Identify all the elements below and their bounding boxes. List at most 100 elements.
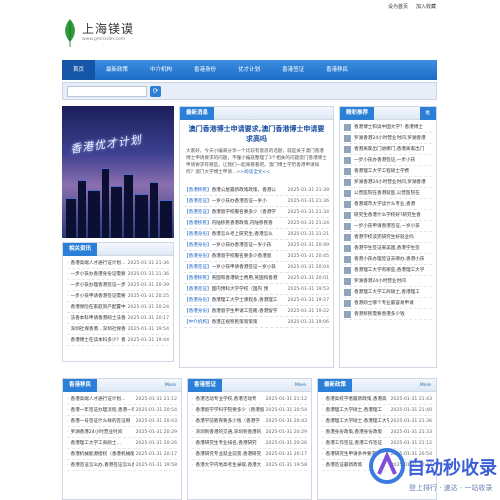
list-item[interactable]: 香港理工大学工程硕士学费 (344, 166, 432, 177)
list-item[interactable]: 香港离家出门进哪门,香港离家出门 (344, 144, 432, 155)
list-item[interactable]: · 香港留学学科学院要多少（香港留 2025-01-31 20:54 (192, 405, 307, 416)
item-title[interactable]: 一步小孩办香港签证,一步小孩 (354, 155, 432, 165)
item-title[interactable]: 研究生香港什么学校好?研究生香 (354, 210, 432, 220)
list-item[interactable]: 罗湖香港24小时营业时间 (344, 276, 432, 287)
item-title[interactable]: 一岁小孩办香港签证一岁小孩 (212, 240, 286, 250)
list-item[interactable]: 一步小孩申请香港签证,一岁小孩 (344, 221, 432, 232)
item-title[interactable]: 香港理工大学工商硕士,香港理工 (354, 287, 432, 297)
item-title[interactable]: 香港留学校服名要多少（香港学 (212, 207, 286, 217)
list-item[interactable]: 香港学校读完研究生好就业吗 (344, 232, 432, 243)
list-item[interactable]: 【香港身份】 香港留学生申请工签路,香港留学 2025-01-31 19:22 (184, 306, 329, 317)
item-title[interactable]: 法香本科申请香港硕士法香本科 (70, 313, 125, 323)
list-item[interactable]: ·一步小孩申请香港签证需要多少钱2025-01-31 20:25 (67, 291, 169, 302)
item-title[interactable]: 香港城市大学读什么专业,香港 (354, 199, 432, 209)
category-label[interactable]: 【香港签证】 (184, 284, 212, 294)
more-link[interactable]: More (420, 379, 431, 392)
list-item[interactable]: · 深圳到香港的交通,深圳到香港的 2025-01-31 20:29 (192, 427, 307, 438)
item-title[interactable]: 香港理工大学有哪些,香港理工大学 (354, 265, 432, 275)
item-title[interactable]: 一步小孩申请香港签证需要多少钱 (70, 291, 125, 301)
item-title[interactable]: 香港理工大学工商硕士… (70, 438, 133, 448)
list-item[interactable]: · 香港研究生专业排名,香港研究 2025-01-31 20:26 (192, 438, 307, 449)
list-item[interactable]: ·法香本科申请香港硕士法香本科2025-01-31 20:17 (67, 313, 169, 324)
item-title[interactable]: 香港硕士哪个专业最容易申请 (354, 298, 432, 308)
item-title[interactable]: 香港活动专业学校,香港活动专 (195, 394, 263, 404)
list-item[interactable]: 【香港签证】 一岁小孩办香港签证一岁小 2025-01-31 21:36 (184, 196, 329, 207)
category-label[interactable]: 【香港签证】 (184, 196, 212, 206)
list-item[interactable]: · 香港身份政策,香港身份政策 2025-01-31 21:33 (322, 427, 432, 438)
list-item[interactable]: 一步小孩办香港签证,一步小孩 (344, 155, 432, 166)
list-item[interactable]: · 香港研究专业就业前景,香港研究 2025-01-31 20:17 (192, 449, 307, 460)
list-item[interactable]: 【香港移民】 英国和香港硕士费用,英国和香港 2025-01-31 20:01 (184, 273, 329, 284)
item-title[interactable]: 香港研究生专业排名,香港研究 (195, 438, 263, 448)
category-label[interactable]: 【香港身份】 (184, 295, 212, 305)
category-label[interactable]: 【香港移民】 (184, 218, 212, 228)
list-item[interactable]: 香港博士和读中国大学？香港博士 (344, 122, 432, 133)
item-title[interactable]: 香港理工大学硕士,香港理工大学 (325, 416, 388, 426)
item-title[interactable]: 公营医院在香港就医,公营医院在 (354, 188, 432, 198)
nav-hk-identity[interactable]: 香港身份 (183, 60, 227, 80)
banner-image[interactable]: 香港优才计划 (62, 106, 174, 238)
item-title[interactable]: 香港留学学科学院要多少（香港留 (195, 405, 263, 415)
item-title[interactable]: 香港高校学者最新政策,香港高 (325, 394, 388, 404)
list-item[interactable]: · 香港学前教育要多少钱（香港学 2025-01-31 20:43 (192, 416, 307, 427)
item-title[interactable]: 香港离家出门进哪门,香港离家出门 (354, 144, 432, 154)
list-item[interactable]: ·一步小孩办理香港签证一步小孩2025-01-31 20:39 (67, 280, 169, 291)
nav-home[interactable]: 首页 (62, 60, 96, 80)
item-title[interactable]: 英国和香港硕士费用,英国和香港 (212, 273, 286, 283)
list-item[interactable]: 香港理工大学工商硕士,香港理工 (344, 287, 432, 298)
more-link[interactable]: More (165, 379, 176, 392)
list-item[interactable]: · 香港大学内地高考生录取,香港大 2025-01-31 19:58 (192, 460, 307, 471)
list-item[interactable]: 香港移民需要香港多少钱 (344, 309, 432, 320)
list-item[interactable]: 研究生香港什么学校好?研究生香 (344, 210, 432, 221)
item-title[interactable]: 香港签证怎么办,香港签证怎么办 (70, 460, 133, 470)
item-title[interactable]: 深圳到香港的交通,深圳到香港的 (195, 427, 263, 437)
list-item[interactable]: 【香港签证】 香港留学校服名要多少（香港学 2025-01-31 21:34 (184, 207, 329, 218)
item-title[interactable]: 香港理工大学士课程多,香港理工 (212, 295, 286, 305)
list-item[interactable]: 公营医院在香港就医,公营医院在 (344, 188, 432, 199)
list-item[interactable]: 【香港签证】 国内预科大学学校（国内 预 2025-01-31 19:53 (184, 284, 329, 295)
list-item[interactable]: 【香港移民】 香港公屋最新政策政策，香港公 2025-01-31 21:39 (184, 185, 329, 196)
item-title[interactable]: 香港理工大学工程硕士学费 (354, 166, 432, 176)
list-item[interactable]: · 香港一号签证什么样的签证啊 2025-01-31 20:43 (67, 416, 177, 427)
list-item[interactable]: · 香港理工大学硕士,香港理工 2025-01-31 21:40 (322, 405, 432, 416)
item-title[interactable]: 香港怎么考上研究生,香港怎么 (212, 229, 286, 239)
list-item[interactable]: · 香港签证怎么办,香港签证怎么办 2025-01-31 19:58 (67, 460, 177, 471)
read-more-link[interactable]: >>阅读全文<< (236, 170, 270, 175)
nav-hk-immigration[interactable]: 香港移民 (315, 60, 359, 80)
list-item[interactable]: 【香港身份】 一岁小孩办香港签证一岁小孩 2025-01-31 20:49 (184, 240, 329, 251)
item-title[interactable]: 香港留学生申请工签路,香港留学 (212, 306, 286, 316)
site-logo[interactable]: 上海镁谟 www.gmnxdm.com (62, 18, 182, 50)
item-title[interactable]: 香港大学内地高考生录取,香港大 (195, 460, 263, 470)
item-title[interactable]: 香港学前教育要多少钱（香港学 (195, 416, 263, 426)
list-item[interactable]: ·一步小孩办香港身份证需要多少2025-01-31 21:36 (67, 269, 169, 280)
set-homepage-link[interactable]: 设为首页 (388, 3, 408, 10)
item-title[interactable]: 香港一年签证办理流程,香港一年签 (70, 405, 133, 415)
item-title[interactable]: 香港公屋最新政策政策，香港公 (212, 185, 286, 195)
list-item[interactable]: · 香港高端人才通行证计划… 2025-01-31 21:12 (67, 394, 177, 405)
search-input[interactable] (67, 86, 147, 97)
category-label[interactable]: 【香港身份】 (184, 229, 212, 239)
list-item[interactable]: 香港城市大学读什么专业,香港 (344, 199, 432, 210)
list-item[interactable]: ·香港博士在读本科多少？香港博士2025-01-31 19:44 (67, 335, 169, 346)
nav-agencies[interactable]: 中介机构 (139, 60, 183, 80)
list-item[interactable]: 罗湖香港24小时营业时间,罗湖香港 (344, 177, 432, 188)
item-title[interactable]: 香港小孩办理签证去哪办,香港小孩 (354, 254, 432, 264)
item-title[interactable]: 香港博士和读中国大学？香港博士 (354, 122, 432, 132)
list-item[interactable]: 香港理工大学有哪些,香港理工大学 (344, 265, 432, 276)
list-item[interactable]: · 罗湖香港24小时营业时间 2025-01-31 20:29 (67, 427, 177, 438)
list-item[interactable]: 【香港身份】 香港怎么考上研究生,香港怎么 2025-01-31 21:21 (184, 229, 329, 240)
list-item[interactable]: 【香港身份】 香港理工大学士课程多,香港理工 2025-01-31 19:27 (184, 295, 329, 306)
list-item[interactable]: · 香港机械能源授权（香港机械能源 2025-01-31 20:17 (67, 449, 177, 460)
more-link[interactable]: More (295, 379, 306, 392)
item-title[interactable]: 香港研究专业就业前景,香港研究 (195, 449, 263, 459)
item-title[interactable]: 罗湖香港24小时营业时间 (354, 276, 432, 286)
item-title[interactable]: 香港机械能源授权（香港机械能源 (70, 449, 133, 459)
item-title[interactable]: 深圳社保香港…深圳社保香港身份 (70, 324, 125, 334)
item-title[interactable]: 内陆移民香港政策,内陆移民香 (212, 218, 286, 228)
item-title[interactable]: 香港高端人才通行证计划… (70, 394, 133, 404)
list-item[interactable]: 【香港签证】 一岁小孩申请香港签证一岁小孩 2025-01-31 20:04 (184, 262, 329, 273)
category-label[interactable]: 【香港身份】 (184, 251, 212, 261)
item-title[interactable]: 香港博士在读本科多少？香港博士 (70, 335, 125, 345)
category-label[interactable]: 【香港移民】 (184, 273, 212, 283)
list-item[interactable]: 香港学生签证来美国,香港学生签 (344, 243, 432, 254)
